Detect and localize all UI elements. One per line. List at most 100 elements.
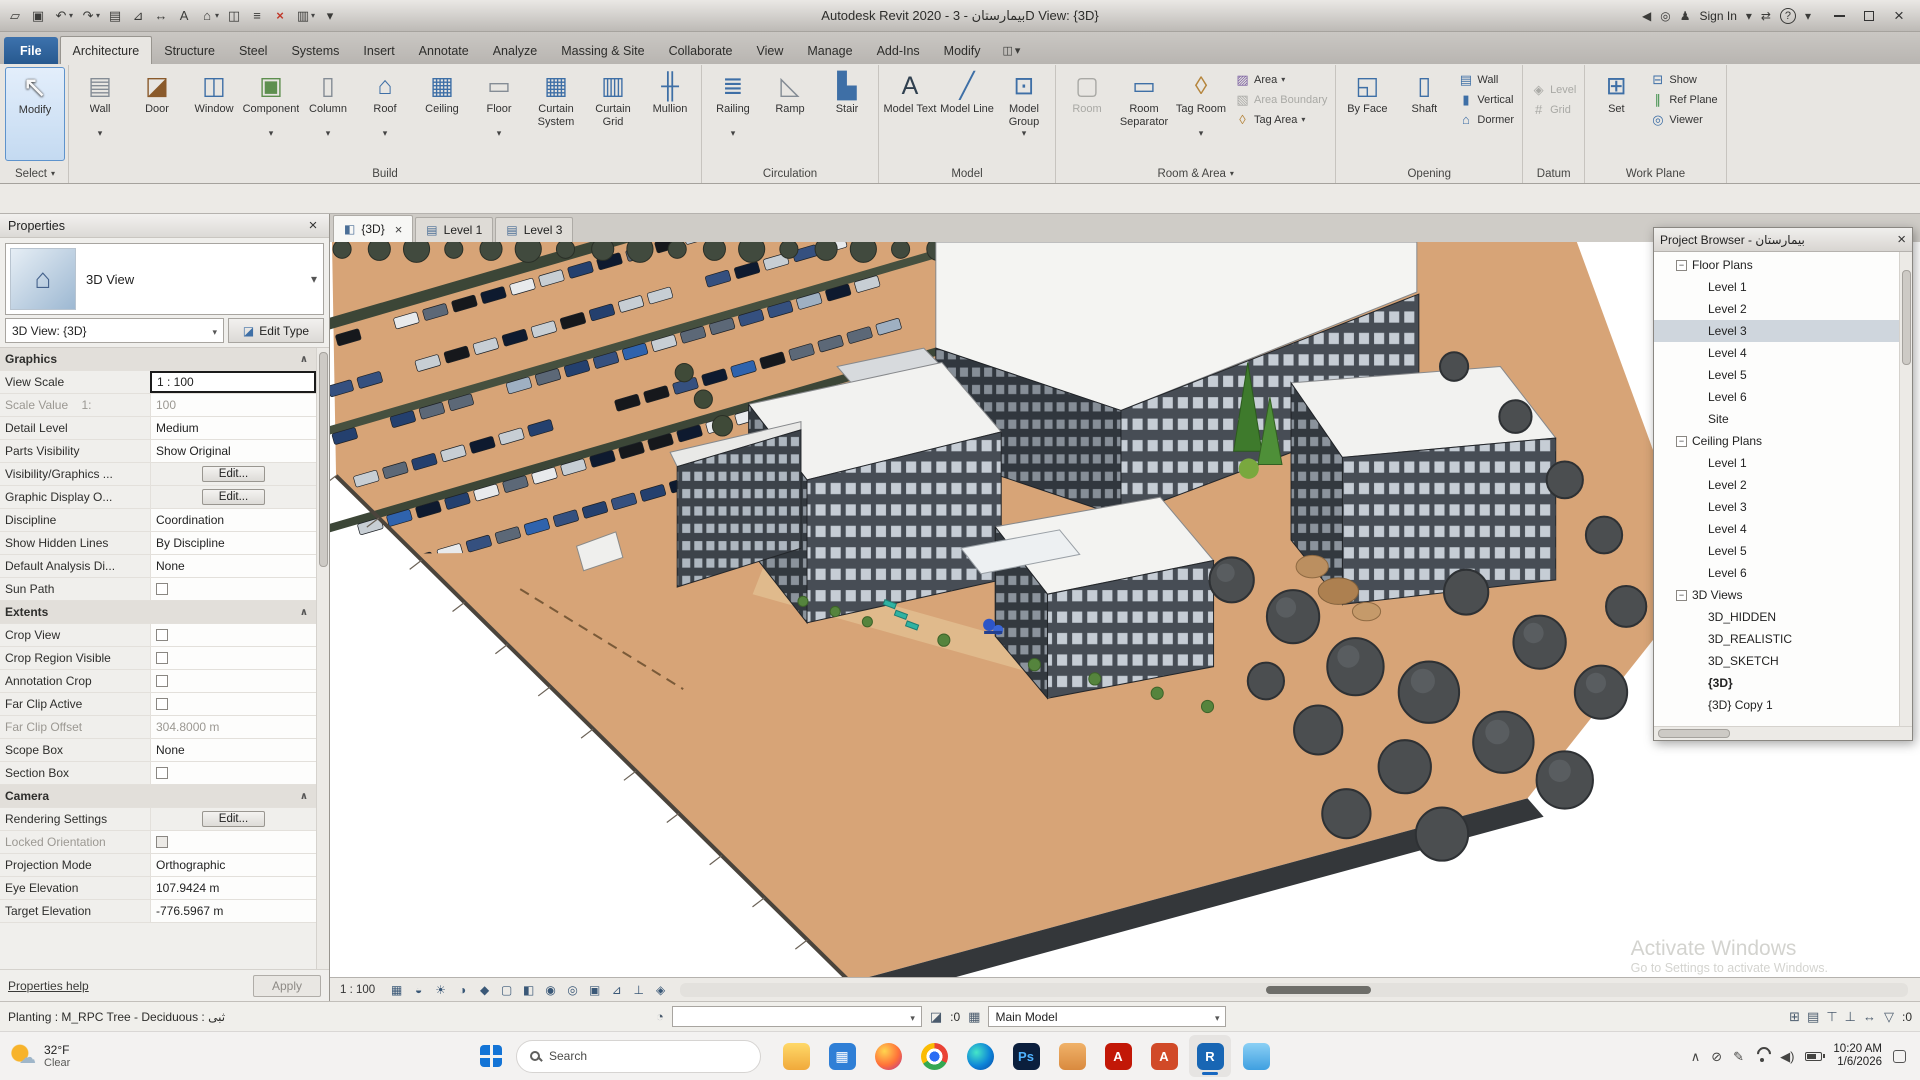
property-far-clip-active[interactable]: Far Clip Active [0,693,316,716]
search-icon[interactable] [1660,10,1670,22]
tab-insert[interactable]: Insert [351,37,406,64]
visual-style-button[interactable] [408,980,429,999]
collapse-section-icon[interactable] [292,348,316,370]
ribbon-button-vertical[interactable]: Vertical [1455,91,1517,108]
worksharing-display-button[interactable] [650,980,671,999]
show-crop-region-button[interactable] [518,980,539,999]
tree-item-level-2[interactable]: Level 2 [1654,474,1899,496]
tree-item-level-5[interactable]: Level 5 [1654,364,1899,386]
tree-item-level-2[interactable]: Level 2 [1654,298,1899,320]
property-scope-box[interactable]: Scope Box None [0,739,316,762]
ribbon-button-area-boundary[interactable]: Area Boundary [1232,91,1330,108]
property-value[interactable]: Edit... [202,811,265,827]
tab-analyze[interactable]: Analyze [481,37,549,64]
properties-scrollbar[interactable] [316,348,329,969]
view-scale-button[interactable]: 1 : 100 [334,984,385,996]
tab-manage[interactable]: Manage [795,37,864,64]
ribbon-button-room-separator[interactable]: Room Separator [1116,67,1172,161]
property-value[interactable]: None [156,743,185,757]
property-section-box[interactable]: Section Box [0,762,316,785]
property-value[interactable]: Show Original [156,444,231,458]
tab-massing-site[interactable]: Massing & Site [549,37,656,64]
ribbon-button-wall[interactable]: Wall [1455,71,1517,88]
microsoft-store-app[interactable] [821,1035,863,1077]
tab-file[interactable]: File [4,37,58,64]
ribbon-button-window[interactable]: Window [186,67,242,161]
tree-item-3d-copy-1[interactable]: {3D} Copy 1 [1654,694,1899,716]
property-value[interactable]: 100 [156,398,176,412]
select-links-toggle[interactable] [1789,1010,1800,1023]
ribbon-button-door[interactable]: Door [129,67,185,161]
checkbox[interactable] [156,698,168,710]
ribbon-button-component[interactable]: Component [243,67,299,161]
ribbon-button-model-text[interactable]: Model Text [882,67,938,161]
property-detail-level[interactable]: Detail Level Medium [0,417,316,440]
tab-add-ins[interactable]: Add-Ins [865,37,932,64]
property-rendering-settings[interactable]: Rendering Settings Edit... [0,808,316,831]
property-value[interactable]: None [156,559,185,573]
ribbon-button-model-group[interactable]: Model Group [996,67,1052,161]
collapse-node-icon[interactable] [1676,590,1687,601]
close-project-browser-icon[interactable] [1897,231,1906,248]
notifications-icon[interactable] [1893,1050,1906,1063]
tab-structure[interactable]: Structure [152,37,227,64]
reveal-constraints-button[interactable] [628,980,649,999]
tray-expand-icon[interactable] [1691,1050,1701,1063]
ribbon-button-room[interactable]: Room [1059,67,1115,161]
select-by-face-toggle[interactable] [1845,1010,1856,1023]
sun-path-button[interactable] [430,980,451,999]
maximize-button[interactable] [1854,4,1884,28]
ribbon-button-ceiling[interactable]: Ceiling [414,67,470,161]
ribbon-button-model-line[interactable]: Model Line [939,67,995,161]
measure-button[interactable] [127,7,149,24]
property-visibility-graphics[interactable]: Visibility/Graphics ... Edit... [0,463,316,486]
collapse-section-icon[interactable] [292,785,316,807]
property-value[interactable]: 107.9424 m [156,881,219,895]
tree-item-level-6[interactable]: Level 6 [1654,386,1899,408]
property-graphics[interactable]: Graphics [0,348,316,371]
paint-app[interactable] [1235,1035,1277,1077]
checkbox[interactable] [156,675,168,687]
ribbon-button-level[interactable]: Level [1528,81,1579,98]
ribbon-button-set[interactable]: Set [1588,67,1644,161]
property-locked-orientation[interactable]: Locked Orientation [0,831,316,854]
tab-systems[interactable]: Systems [279,37,351,64]
property-extents[interactable]: Extents [0,601,316,624]
open-file-button[interactable] [4,7,26,24]
sign-in-caret-icon[interactable] [1746,10,1752,22]
revit-app[interactable]: R [1189,1035,1231,1077]
ribbon-button-column[interactable]: Column [300,67,356,161]
ribbon-button-grid[interactable]: Grid [1528,101,1579,118]
ribbon-display-toggle[interactable] [1003,46,1021,64]
autocad-app[interactable]: A [1143,1035,1185,1077]
ribbon-button-area[interactable]: Area [1232,71,1330,88]
rendering-dialog-button[interactable] [474,980,495,999]
sign-in-button[interactable]: Sign In [1700,9,1737,23]
horizontal-scrollbar[interactable] [680,983,1908,997]
temporary-hide-isolate-button[interactable] [540,980,561,999]
redo-button[interactable] [77,7,103,24]
modify-button[interactable]: Modify [5,67,65,161]
design-options-icon[interactable] [968,1010,980,1023]
firefox-app[interactable] [867,1035,909,1077]
property-default-analysis-di[interactable]: Default Analysis Di... None [0,555,316,578]
select-underlay-toggle[interactable] [1807,1010,1819,1023]
checkbox[interactable] [156,836,168,848]
property-sun-path[interactable]: Sun Path [0,578,316,601]
ribbon-button-shaft[interactable]: Shaft [1396,67,1452,161]
tab-view[interactable]: View [745,37,796,64]
ribbon-button-dormer[interactable]: Dormer [1455,111,1517,128]
tree-item-floor-plans[interactable]: Floor Plans [1654,254,1899,276]
close-hidden-windows-button[interactable] [269,7,291,24]
checkbox[interactable] [156,583,168,595]
weather-widget[interactable]: 32°F Clear [10,1043,180,1069]
pen-icon[interactable] [1733,1050,1744,1063]
ribbon-button-curtain-grid[interactable]: Curtain Grid [585,67,641,161]
clock[interactable]: 10:20 AM 1/6/2026 [1833,1043,1882,1069]
property-graphic-display-o[interactable]: Graphic Display O... Edit... [0,486,316,509]
ribbon-button-curtain-system[interactable]: Curtain System [528,67,584,161]
reveal-hidden-elements-button[interactable] [562,980,583,999]
property-crop-region-visible[interactable]: Crop Region Visible [0,647,316,670]
shadows-button[interactable] [452,980,473,999]
tree-item-3d[interactable]: {3D} [1654,672,1899,694]
